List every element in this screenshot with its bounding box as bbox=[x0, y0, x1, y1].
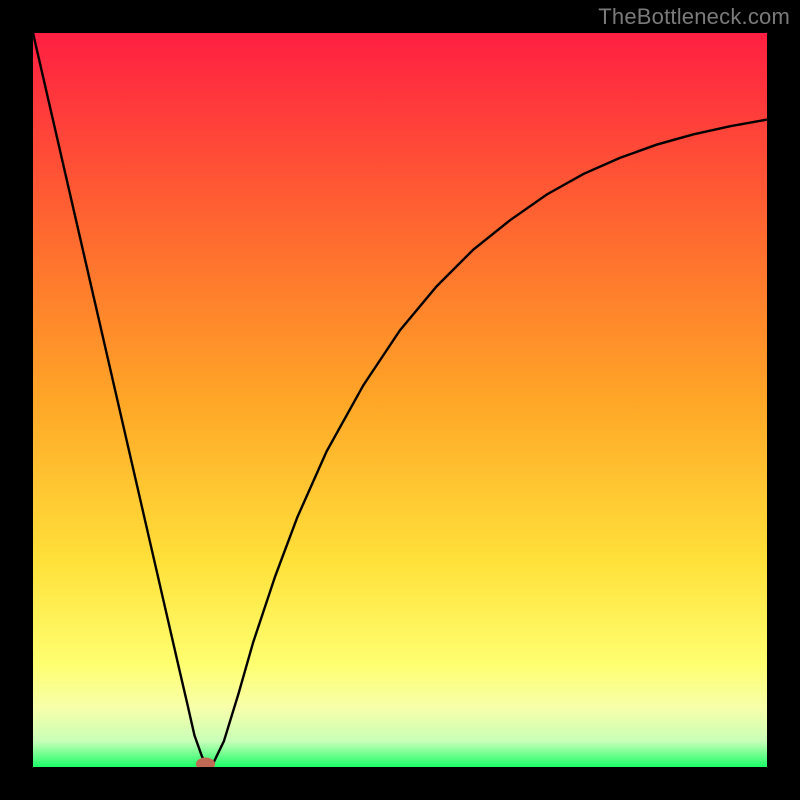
chart-frame: TheBottleneck.com bbox=[0, 0, 800, 800]
watermark-text: TheBottleneck.com bbox=[598, 4, 790, 30]
chart-plot-area bbox=[33, 33, 767, 767]
chart-svg bbox=[33, 33, 767, 767]
gradient-background bbox=[33, 33, 767, 767]
